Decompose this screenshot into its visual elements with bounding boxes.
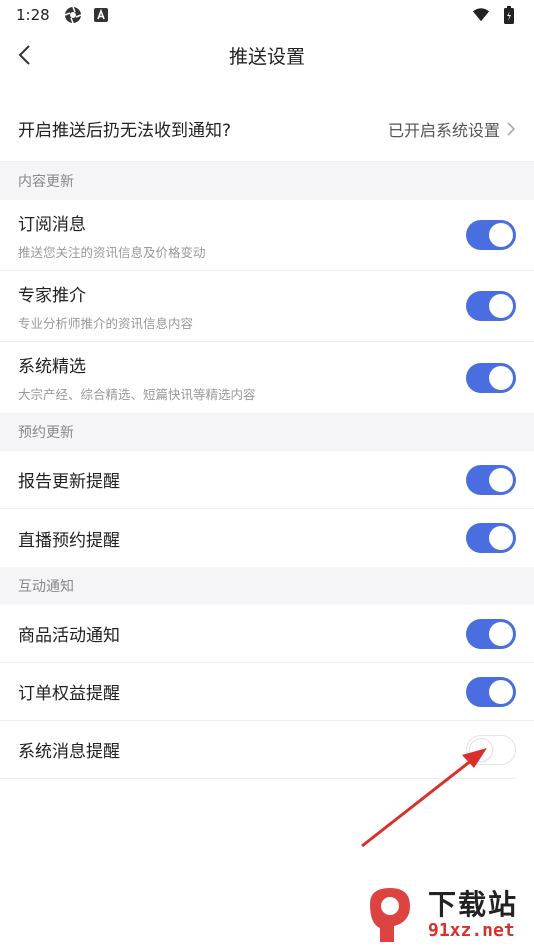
title-bar: 推送设置 <box>0 30 534 80</box>
setting-row-subscription: 订阅消息 推送您关注的资讯信息及价格变动 <box>0 200 534 271</box>
chevron-right-icon <box>507 121 516 136</box>
setting-row-product-activity: 商品活动通知 <box>0 605 534 663</box>
back-button[interactable] <box>10 40 40 70</box>
aperture-icon <box>64 6 82 24</box>
watermark-url: 91xz.net <box>428 920 515 941</box>
setting-label: 系统精选 <box>18 357 86 377</box>
watermark-title: 下载站 <box>428 888 519 921</box>
setting-label: 订阅消息 <box>18 214 86 235</box>
battery-icon <box>500 6 518 24</box>
setting-row-system-message: 系统消息提醒 <box>0 721 516 779</box>
setting-row-expert: 专家推介 专业分析师推介的资讯信息内容 <box>0 271 534 342</box>
setting-description: 大宗产经、综合精选、短篇快讯等精选内容 <box>18 387 256 402</box>
toggle-switch-system-picks[interactable] <box>466 362 516 393</box>
chevron-left-icon <box>18 45 30 65</box>
setting-row-live-booking: 直播预约提醒 <box>0 509 534 567</box>
setting-label: 商品活动通知 <box>18 626 120 646</box>
setting-row-order-benefits: 订单权益提醒 <box>0 663 534 721</box>
setting-label: 报告更新提醒 <box>18 472 120 492</box>
page-title: 推送设置 <box>228 45 305 68</box>
setting-label: 订单权益提醒 <box>18 684 120 704</box>
system-settings-link[interactable]: 已开启系统设置 <box>388 117 516 141</box>
setting-label: 直播预约提醒 <box>18 530 120 551</box>
status-bar: 1:28 <box>0 0 534 30</box>
toggle-switch-live-booking[interactable] <box>466 523 516 553</box>
watermark-logo: 下载站 91xz.net <box>360 886 530 946</box>
toggle-switch-product-activity[interactable] <box>466 618 516 649</box>
setting-description: 专业分析师推介的资讯信息内容 <box>18 315 194 331</box>
toggle-switch-system-message[interactable] <box>466 734 516 765</box>
setting-row-report-update: 报告更新提醒 <box>0 451 534 509</box>
system-settings-row[interactable]: 开启推送后扔无法收到通知? 已开启系统设置 <box>0 96 534 162</box>
setting-row-system-picks: 系统精选 大宗产经、综合精选、短篇快讯等精选内容 <box>0 342 534 413</box>
section-header-interaction: 互动通知 <box>0 567 534 605</box>
setting-label: 系统消息提醒 <box>18 742 120 762</box>
toggle-switch-subscription[interactable] <box>466 220 516 250</box>
toggle-switch-order-benefits[interactable] <box>466 676 516 707</box>
toggle-switch-report-update[interactable] <box>466 464 516 495</box>
notice-question: 开启推送后扔无法收到通知? <box>18 121 232 141</box>
watermark-badge-icon <box>360 884 424 948</box>
app-notification-icon <box>92 6 110 24</box>
setting-description: 推送您关注的资讯信息及价格变动 <box>18 244 206 260</box>
system-settings-status: 已开启系统设置 <box>387 120 500 140</box>
setting-label: 专家推介 <box>18 285 86 306</box>
section-header-content-updates: 内容更新 <box>0 162 534 200</box>
wifi-icon <box>472 6 490 24</box>
toggle-switch-expert[interactable] <box>466 291 516 321</box>
section-header-booking-updates: 预约更新 <box>0 413 534 451</box>
status-time: 1:28 <box>16 6 50 24</box>
